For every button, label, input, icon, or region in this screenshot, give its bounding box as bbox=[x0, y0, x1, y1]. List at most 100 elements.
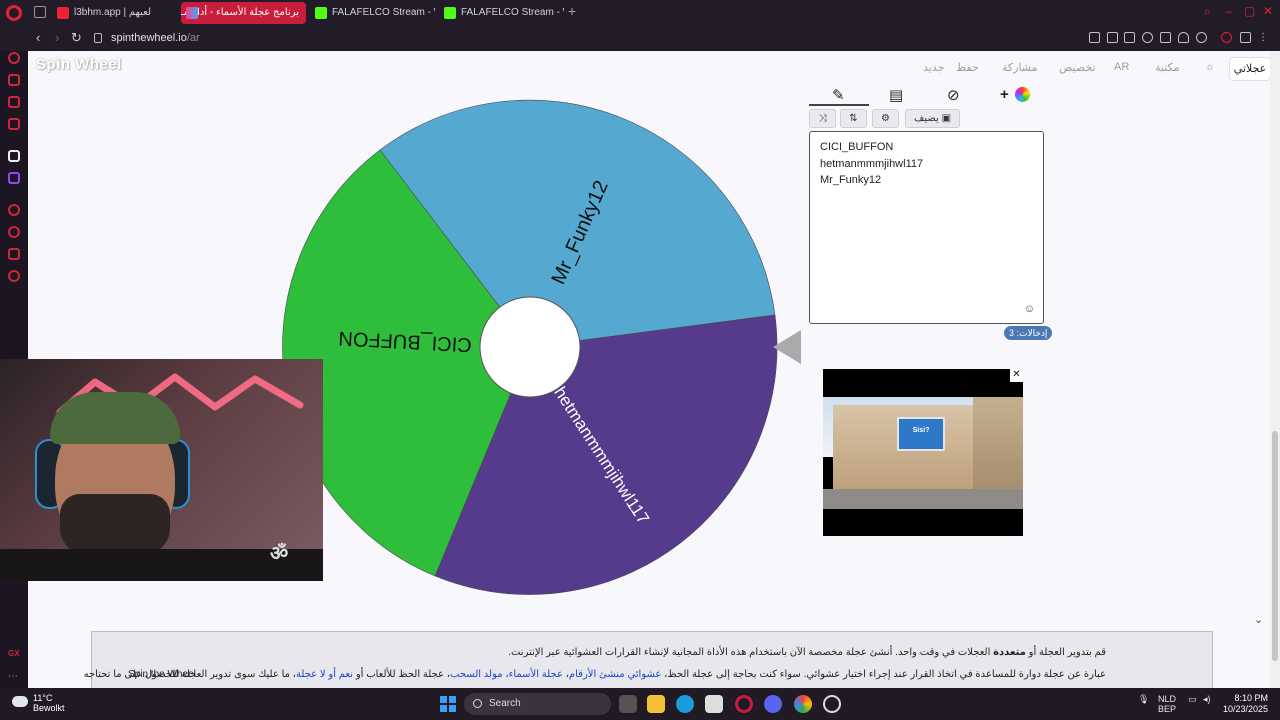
color-wheel-icon[interactable] bbox=[1015, 87, 1030, 102]
description-brand: Spin the Wheel bbox=[128, 669, 196, 680]
gx-icon[interactable]: GX bbox=[8, 649, 20, 661]
tab-spinthewheel[interactable]: برنامج عجلة الأسماء - أداة مـ bbox=[181, 2, 306, 24]
shuffle-button[interactable]: ⤨ bbox=[809, 109, 836, 128]
translate-icon[interactable] bbox=[1160, 32, 1171, 43]
spin-wheel[interactable]: Mr_Funky12 hetmanmmmjihwl117 CICI_BUFFON bbox=[280, 97, 780, 597]
mail-icon[interactable] bbox=[8, 118, 20, 130]
edge-icon[interactable] bbox=[676, 695, 694, 713]
kick-app-icon[interactable] bbox=[8, 150, 20, 162]
weather-widget[interactable]: 11°C Bewolkt bbox=[12, 693, 65, 713]
customize-button[interactable]: تخصيص bbox=[1059, 61, 1096, 74]
tab-island-icon[interactable] bbox=[1107, 32, 1118, 43]
snapshot-icon[interactable] bbox=[1124, 32, 1135, 43]
microphone-icon[interactable]: 🎙 bbox=[1138, 694, 1149, 704]
description-line-2: عبارة عن عجلة دوارة للمساعدة في اتخاذ ال… bbox=[84, 669, 1106, 680]
reload-button[interactable]: ↻ bbox=[71, 30, 82, 46]
pencil-icon[interactable]: ✎ bbox=[832, 86, 845, 104]
eye-off-icon[interactable]: ⊘ bbox=[947, 86, 960, 104]
ad-street bbox=[823, 489, 1023, 509]
plus-icon[interactable]: + bbox=[1000, 86, 1009, 103]
shirt-logo-icon: ॐ bbox=[270, 543, 289, 565]
split-view-icon[interactable] bbox=[1089, 32, 1100, 43]
streamer-cap bbox=[50, 392, 180, 444]
theme-toggle-icon[interactable]: ☼ bbox=[1205, 61, 1215, 73]
link-name-wheel[interactable]: عجلة الأسماء bbox=[509, 669, 563, 680]
url-field[interactable]: spinthewheel.io/ar bbox=[111, 32, 200, 44]
history-icon[interactable] bbox=[8, 204, 20, 216]
library-button[interactable]: مكتبة bbox=[1155, 61, 1180, 74]
taskbar-clock[interactable]: 8:10 PM 10/23/2025 bbox=[1222, 693, 1268, 715]
tab-falafelco-1[interactable]: FALAFELCO Stream - Wat bbox=[310, 2, 435, 24]
kick-favicon-icon bbox=[444, 7, 456, 19]
emoji-icon[interactable]: ☺ bbox=[1024, 303, 1035, 315]
tab-falafelco-2[interactable]: FALAFELCO Stream - Wat bbox=[439, 2, 564, 24]
profile-icon[interactable] bbox=[1221, 32, 1232, 43]
language-select[interactable]: AR bbox=[1114, 61, 1129, 73]
task-view-icon[interactable] bbox=[619, 695, 637, 713]
search-tabs-icon[interactable]: ⌕ bbox=[1204, 4, 1211, 19]
scrollbar-thumb[interactable] bbox=[1272, 431, 1278, 661]
share-button[interactable]: مشاركة bbox=[1002, 61, 1038, 74]
volume-icon[interactable]: ◂) bbox=[1203, 694, 1211, 704]
sort-button[interactable]: ⇅ bbox=[840, 109, 867, 128]
heart-icon[interactable] bbox=[1196, 32, 1207, 43]
link-yes-no-wheel[interactable]: نعم أو لا عجلة bbox=[296, 669, 353, 680]
chevron-down-icon[interactable]: ⌄ bbox=[1254, 613, 1263, 626]
new-button[interactable]: جديد bbox=[923, 61, 944, 74]
clipboard-icon[interactable]: ▤ bbox=[889, 86, 903, 104]
language-indicator[interactable]: NLD BEP bbox=[1158, 694, 1176, 714]
wheel-center[interactable] bbox=[479, 296, 581, 398]
obs-icon[interactable] bbox=[823, 695, 841, 713]
tab-label: برنامج عجلة الأسماء - أداة مـ bbox=[181, 7, 299, 18]
opera-gx-icon[interactable] bbox=[735, 695, 753, 713]
workspaces-icon[interactable] bbox=[34, 6, 46, 18]
settings-button[interactable]: ⚙ bbox=[872, 109, 899, 128]
url-path: /ar bbox=[186, 32, 200, 44]
taskbar-search[interactable]: Search bbox=[464, 693, 611, 715]
menu-icon[interactable]: ⋮ bbox=[1258, 32, 1269, 43]
network-icon[interactable]: ▭ bbox=[1188, 694, 1197, 704]
save-button[interactable]: حفظ bbox=[956, 61, 979, 74]
opera-logo-icon[interactable] bbox=[6, 5, 22, 21]
description-text: العجلات في وقت واحد. أنشئ عجلة مخصصة الآ… bbox=[508, 647, 994, 658]
kick-favicon-icon bbox=[315, 7, 327, 19]
back-button[interactable]: ‹ bbox=[36, 30, 40, 45]
ad-close-button[interactable]: ✕ bbox=[1010, 369, 1023, 382]
flow-icon[interactable] bbox=[8, 248, 20, 260]
add-image-button[interactable]: يضيف ▣ bbox=[905, 109, 960, 128]
player-icon[interactable] bbox=[1178, 32, 1189, 43]
adblock-icon[interactable] bbox=[1142, 32, 1153, 43]
chrome-icon[interactable] bbox=[794, 695, 812, 713]
more-icon[interactable]: ⋯ bbox=[8, 671, 20, 683]
my-wheels-button[interactable]: عجلاتي bbox=[1229, 57, 1270, 81]
description-text: عبارة عن عجلة دوارة للمساعدة في اتخاذ ال… bbox=[661, 669, 1106, 680]
clock-time: 8:10 PM bbox=[1234, 693, 1268, 703]
link-random-number[interactable]: عشوائي منشئ الأرقام bbox=[569, 669, 661, 680]
page-scrollbar[interactable] bbox=[1270, 51, 1280, 688]
site-logo[interactable]: Spin Wheel bbox=[36, 56, 122, 73]
download-icon[interactable] bbox=[1240, 32, 1251, 43]
settings-icon[interactable] bbox=[8, 270, 20, 282]
clock-icon[interactable] bbox=[8, 226, 20, 238]
lang-code: NLD bbox=[1158, 694, 1177, 704]
entries-textarea[interactable]: CICI_BUFFON hetmanmmmjihwl117 Mr_Funky12… bbox=[809, 131, 1044, 324]
aria-icon[interactable] bbox=[8, 52, 20, 64]
new-tab-button[interactable]: + bbox=[566, 4, 578, 18]
discord-icon[interactable] bbox=[764, 695, 782, 713]
twitch-icon[interactable] bbox=[8, 172, 20, 184]
file-explorer-icon[interactable] bbox=[647, 695, 665, 713]
store-icon[interactable] bbox=[705, 695, 723, 713]
tab-l3bhm[interactable]: l3bhm.app | لعبهم bbox=[52, 2, 178, 24]
minimize-button[interactable]: – bbox=[1225, 4, 1232, 18]
close-window-button[interactable]: ✕ bbox=[1263, 4, 1273, 18]
forward-button[interactable]: › bbox=[55, 30, 59, 45]
bag-icon[interactable] bbox=[8, 74, 20, 86]
messenger-icon[interactable] bbox=[8, 96, 20, 108]
maximize-button[interactable]: ▢ bbox=[1244, 4, 1255, 18]
description-text: ، عجلة الحظ للألعاب أو bbox=[353, 669, 450, 680]
spinwheel-favicon-icon bbox=[186, 7, 198, 19]
windows-start-icon[interactable] bbox=[440, 696, 456, 712]
lang-layout: BEP bbox=[1158, 704, 1177, 714]
ad-video[interactable]: Sisi? ✕ bbox=[823, 369, 1023, 536]
link-draw-generator[interactable]: مولد السحب bbox=[450, 669, 503, 680]
